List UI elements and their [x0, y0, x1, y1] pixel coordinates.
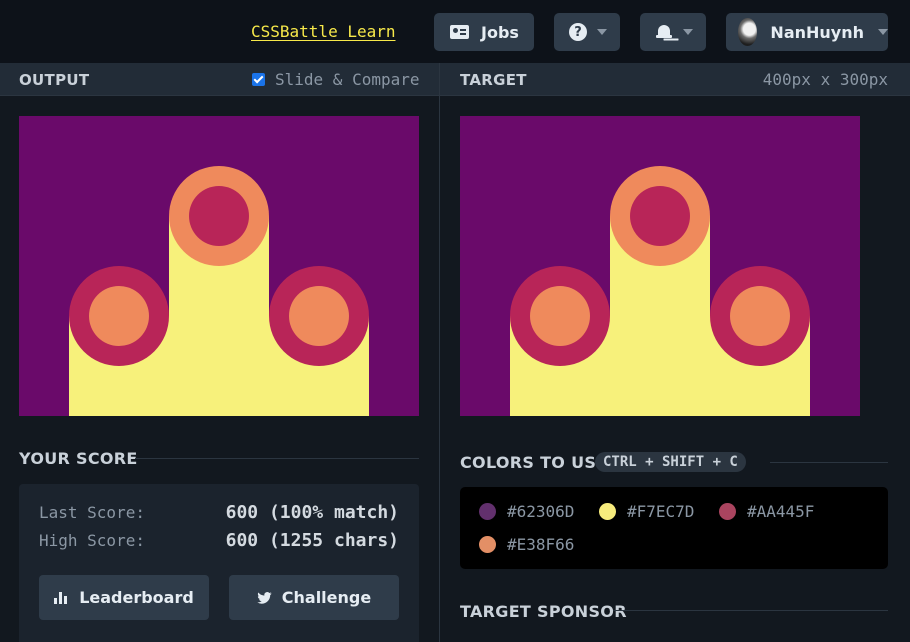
target-canvas — [460, 116, 860, 416]
color-hex: #F7EC7D — [627, 502, 695, 521]
bell-icon — [655, 23, 673, 41]
color-swatch[interactable]: #E38F66 — [478, 535, 574, 554]
top-navigation-bar: CSSBattle Learn Jobs ? NanHuynh — [0, 0, 910, 63]
color-swatch[interactable]: #62306D — [478, 502, 574, 521]
username: NanHuynh — [770, 22, 864, 42]
target-dimensions: 400px x 300px — [762, 70, 888, 89]
bar-chart-icon — [54, 591, 69, 604]
chevron-down-icon — [597, 29, 607, 35]
score-section-divider — [135, 458, 419, 459]
left-ring-center — [89, 286, 149, 346]
color-dot — [478, 502, 497, 521]
user-menu-button[interactable]: NanHuynh — [726, 13, 888, 51]
target-title: TARGET — [460, 71, 527, 89]
twitter-icon — [257, 591, 272, 604]
slide-compare-toggle[interactable]: Slide & Compare — [252, 70, 420, 89]
color-swatch[interactable]: #AA445F — [718, 502, 814, 521]
color-hex: #62306D — [507, 502, 575, 521]
left-ring-center — [530, 286, 590, 346]
leaderboard-label: Leaderboard — [79, 588, 194, 607]
question-circle-icon: ? — [569, 23, 587, 41]
target-panel-header: TARGET 400px x 300px — [440, 63, 910, 96]
challenge-label: Challenge — [281, 588, 372, 607]
sponsor-section-title: TARGET SPONSOR — [460, 602, 627, 621]
output-title: OUTPUT — [19, 71, 90, 89]
color-dot — [598, 502, 617, 521]
panel-divider — [439, 63, 440, 642]
top-ring-center — [630, 186, 690, 246]
right-ring-center — [730, 286, 790, 346]
leaderboard-button[interactable]: Leaderboard — [39, 575, 209, 620]
color-hex: #E38F66 — [507, 535, 575, 554]
color-dot — [478, 535, 497, 554]
colors-section-divider — [770, 462, 888, 463]
top-ring-center — [189, 186, 249, 246]
chevron-down-icon — [878, 29, 888, 35]
last-score-label: Last Score: — [39, 503, 145, 522]
output-canvas[interactable] — [19, 116, 419, 416]
score-section-title: YOUR SCORE — [19, 449, 138, 468]
color-palette: #62306D #F7EC7D #AA445F #E38F66 — [460, 487, 888, 569]
avatar — [738, 18, 758, 46]
output-panel-header: OUTPUT Slide & Compare — [0, 63, 439, 96]
last-score-value: 600 (100% match) — [225, 502, 399, 523]
slide-compare-label: Slide & Compare — [275, 70, 420, 89]
jobs-button[interactable]: Jobs — [434, 13, 534, 51]
score-card: Last Score: 600 (100% match) High Score:… — [19, 484, 419, 642]
chevron-down-icon — [683, 29, 693, 35]
color-dot — [718, 502, 737, 521]
slide-compare-checkbox[interactable] — [252, 73, 265, 86]
id-card-icon — [450, 25, 469, 39]
help-menu-button[interactable]: ? — [554, 13, 620, 51]
sponsor-section-divider — [613, 610, 888, 611]
color-hex: #AA445F — [747, 502, 815, 521]
jobs-label: Jobs — [481, 22, 519, 42]
copy-colors-shortcut: CTRL + SHIFT + C — [595, 452, 746, 472]
high-score-value: 600 (1255 chars) — [225, 530, 399, 551]
notifications-button[interactable] — [640, 13, 706, 51]
colors-section-title: COLORS TO USE — [460, 453, 608, 472]
cssbattle-learn-link[interactable]: CSSBattle Learn — [251, 22, 396, 41]
color-swatch[interactable]: #F7EC7D — [598, 502, 694, 521]
challenge-button[interactable]: Challenge — [229, 575, 399, 620]
right-ring-center — [289, 286, 349, 346]
high-score-label: High Score: — [39, 531, 145, 550]
